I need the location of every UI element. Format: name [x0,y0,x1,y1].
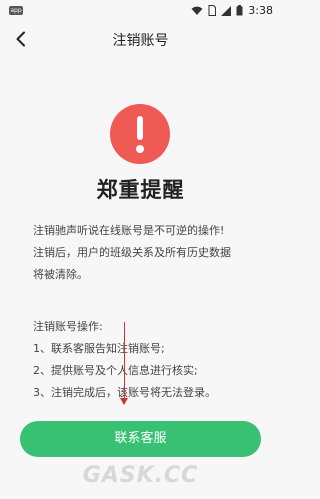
sim-icon [208,5,217,16]
status-bar: app 3:38 [0,0,281,22]
watermark: GASK.CC [82,463,199,488]
notice-line: 注销后，用户的班级关系及所有历史数据 [33,246,231,259]
steps-title: 注销账号操作: [33,320,103,333]
scroll-indicator-line [124,322,125,404]
battery-icon [236,5,243,16]
exclamation-bar [137,116,143,140]
exclamation-dot [136,145,144,153]
signal-icon [221,5,232,16]
clock: 3:38 [248,4,273,17]
wifi-icon [191,6,203,15]
step-item: 2、提供账号及个人信息进行核实; [33,364,198,377]
step-item: 3、注销完成后，该账号将无法登录。 [33,382,265,404]
steps-list: 注销账号操作: 1、联系客服告知注销账号; 2、提供账号及个人信息进行核实; 3… [33,316,265,404]
app-badge-icon: app [9,6,23,15]
header-bar: 注销账号 [0,22,281,56]
contact-support-button[interactable]: 联系客服 [20,421,261,457]
page-title: 注销账号 [112,33,169,49]
warning-icon [110,104,170,164]
notice-text: 注销驰声听说在线账号是不可逆的操作! 注销后，用户的班级关系及所有历史数据 将被… [33,220,265,286]
status-icons: 3:38 [191,4,273,17]
notice-line: 将被清除。 [33,268,88,281]
arrow-down-icon [120,398,128,405]
step-item: 1、联系客服告知注销账号; [33,342,165,355]
alert-heading: 郑重提醒 [96,178,185,202]
notice-line: 注销驰声听说在线账号是不可逆的操作! [33,224,225,237]
